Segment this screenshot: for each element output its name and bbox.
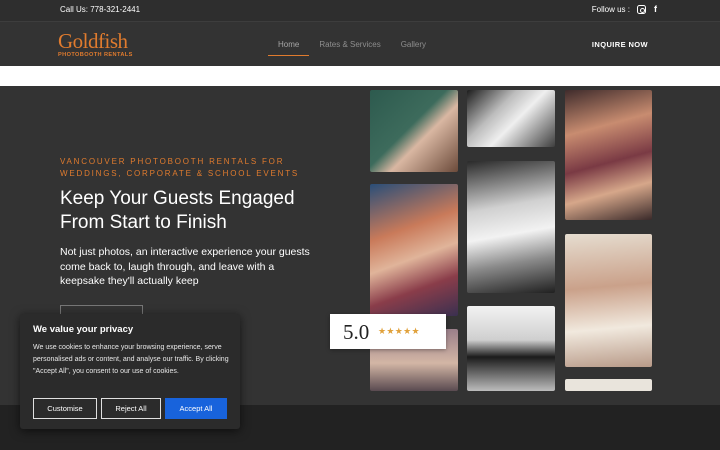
follow-us-label: Follow us :	[591, 5, 630, 14]
reject-all-button[interactable]: Reject All	[101, 398, 161, 419]
nav-gallery[interactable]: Gallery	[391, 22, 436, 66]
hero-headline: Keep Your Guests Engaged From Start to F…	[60, 188, 295, 233]
cookie-title: We value your privacy	[33, 324, 134, 335]
hero-tagline: VANCOUVER PHOTOBOOTH RENTALS FOR WEDDING…	[60, 157, 300, 178]
gallery-photo	[370, 90, 458, 172]
gallery-photo	[565, 234, 652, 367]
logo-brand: Goldfish	[58, 29, 128, 53]
announcement-bar	[0, 66, 720, 86]
rating-score: 5.0	[343, 320, 370, 344]
gallery-photo	[467, 161, 555, 293]
gallery-photo	[467, 90, 555, 147]
nav-rates-services[interactable]: Rates & Services	[309, 22, 390, 66]
cookie-consent-banner: We value your privacy We use cookies to …	[20, 314, 240, 429]
instagram-icon[interactable]	[637, 5, 646, 14]
gallery-photo	[565, 90, 652, 220]
cookie-text: We use cookies to enhance your browsing …	[33, 344, 229, 375]
accept-all-button[interactable]: Accept All	[165, 398, 227, 419]
top-bar: Call Us: 778-321-2441 Follow us : f	[0, 0, 720, 22]
rating-badge: 5.0 ★★★★★	[330, 314, 446, 349]
customise-button[interactable]: Customise	[33, 398, 97, 419]
star-rating-icon: ★★★★★	[378, 326, 420, 336]
main-nav: Goldfish PHOTOBOOTH RENTALS Home Rates &…	[0, 22, 720, 66]
nav-menu: Home Rates & Services Gallery	[268, 22, 436, 66]
gallery-photo	[467, 306, 555, 391]
gallery-photo	[370, 184, 458, 316]
phone-number[interactable]: Call Us: 778-321-2441	[60, 5, 140, 14]
logo-subtitle: PHOTOBOOTH RENTALS	[58, 52, 133, 58]
inquire-now-button[interactable]: INQUIRE NOW	[592, 40, 648, 49]
nav-home[interactable]: Home	[268, 22, 310, 66]
logo[interactable]: Goldfish PHOTOBOOTH RENTALS	[58, 31, 148, 61]
facebook-icon[interactable]: f	[651, 5, 660, 14]
hero-lead: Not just photos, an interactive experien…	[60, 246, 310, 287]
gallery-photo	[565, 379, 652, 391]
